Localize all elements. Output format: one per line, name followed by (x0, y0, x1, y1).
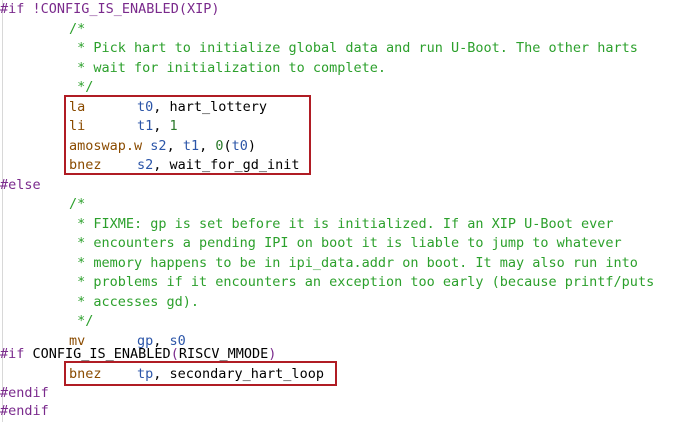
preprocessor-macro: CONFIG_IS_ENABLED (24, 346, 171, 362)
comment-line: * problems if it encounters an exception… (69, 274, 655, 290)
code-line: #if !CONFIG_IS_ENABLED(XIP) (0, 0, 219, 20)
preprocessor-directive: #else (0, 176, 41, 193)
preprocessor-argument: RISCV_MMODE (178, 346, 269, 362)
comment-line: /* (69, 20, 86, 37)
comment-line: */ (69, 313, 94, 329)
comment-line: * FIXME: gp is set before it is initiali… (69, 215, 614, 232)
highlight-box-secondary-hart (64, 361, 337, 386)
highlight-box-lottery (64, 95, 311, 175)
comment-line: * accesses gd). (69, 293, 200, 310)
preprocessor-condition: !CONFIG_IS_ENABLED(XIP) (24, 1, 220, 17)
preprocessor-directive: #endif (0, 385, 49, 401)
comment-line: /* (69, 196, 86, 212)
preprocessor-directive: #if (0, 1, 25, 17)
paren-open: ( (170, 346, 179, 362)
paren-close: ) (268, 346, 277, 362)
comment-line: * wait for initialization to complete. (69, 59, 386, 76)
comment-line: * memory happens to be in ipi_data.addr … (69, 254, 638, 271)
preprocessor-directive: #endif (0, 403, 49, 419)
comment-line: * Pick hart to initialize global data an… (69, 40, 638, 56)
comment-line: * encounters a pending IPI on boot it is… (69, 235, 622, 251)
preprocessor-directive: #if (0, 346, 25, 362)
code-editor[interactable]: #if !CONFIG_IS_ENABLED(XIP) /* * Pick ha… (0, 0, 679, 422)
